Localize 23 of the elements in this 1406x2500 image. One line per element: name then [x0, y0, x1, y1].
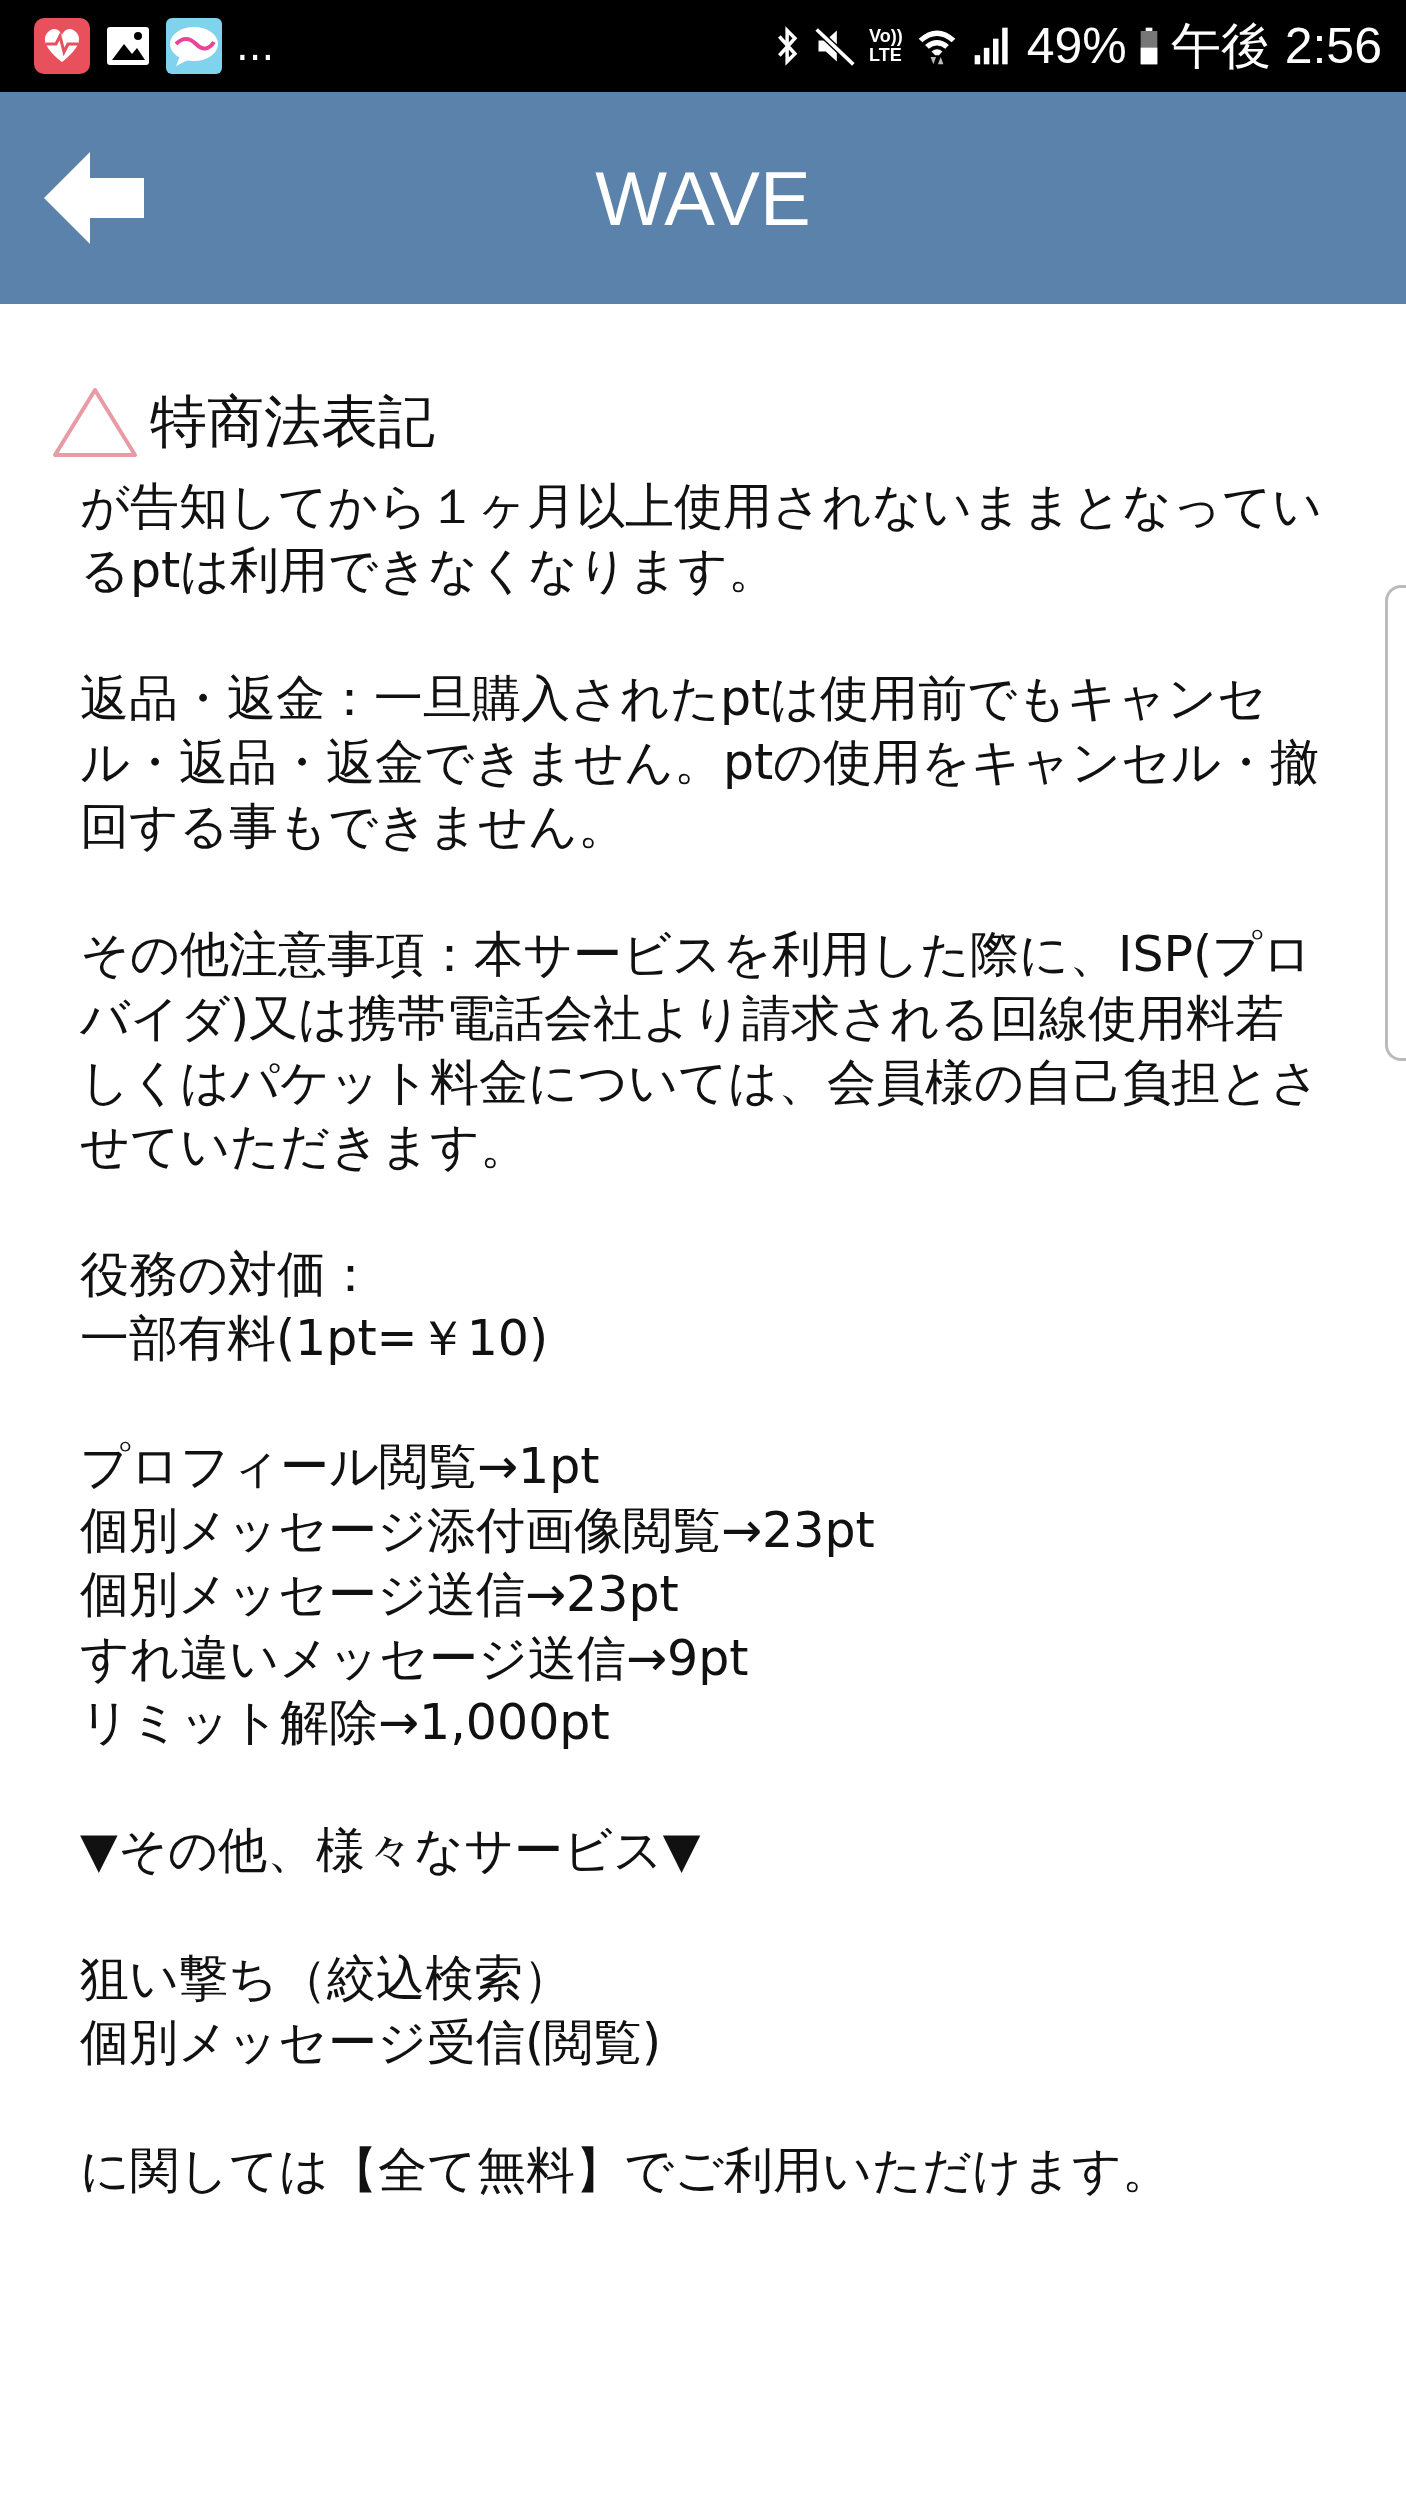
body-text: すれ違いメッセージ送信→9pt [80, 1629, 750, 1689]
body-text: に関しては【全て無料】でご利用いただけます。 [80, 2141, 1172, 2201]
section-title: 特商法表記 [150, 387, 435, 456]
body-text: ▼その他、様々なサービス▼ [80, 1821, 702, 1881]
body-text: 個別メッセージ添付画像閲覧→23pt [80, 1501, 876, 1561]
more-notifications: ... [236, 23, 275, 69]
body-text: 個別メッセージ送信→23pt [80, 1565, 680, 1625]
volte-icon: Vo)) LTE [869, 27, 903, 65]
clock: 午後 2:56 [1170, 16, 1382, 76]
body-text: が告知してから１ヶ月以上使用されないままとなっているptは利用できなくなります。 [80, 477, 1323, 601]
body-text: その他注意事項：本サービスを利用した際に、ISP(プロバイダ)又は携帯電話会社より請求される回線使用料若しくはパケット料金については、会員様の自己負担とさせていただきます。 [80, 925, 1321, 1177]
heart-app-icon [34, 18, 90, 74]
battery-icon [1138, 25, 1159, 67]
chat-app-icon [166, 18, 222, 74]
body-text: 狙い撃ち（絞込検索） [80, 1949, 573, 2009]
battery-percentage: 49% [1026, 17, 1127, 75]
app-title: WAVE [595, 154, 811, 242]
body-text: プロフィール閲覧→1pt [80, 1437, 601, 1497]
body-text: 返品・返金：一旦購入されたptは使用前でもキャンセル・返品・返金できません。ptの使用をキャンセル・撤回する事もできません。 [80, 669, 1321, 857]
body-text: リミット解除→1,000pt [80, 1693, 611, 1753]
body-text: 役務の対価： [80, 1245, 376, 1305]
body-text: 一部有料(1pt=￥10) [80, 1309, 550, 1369]
body-text: 個別メッセージ受信(閲覧) [80, 2013, 663, 2073]
